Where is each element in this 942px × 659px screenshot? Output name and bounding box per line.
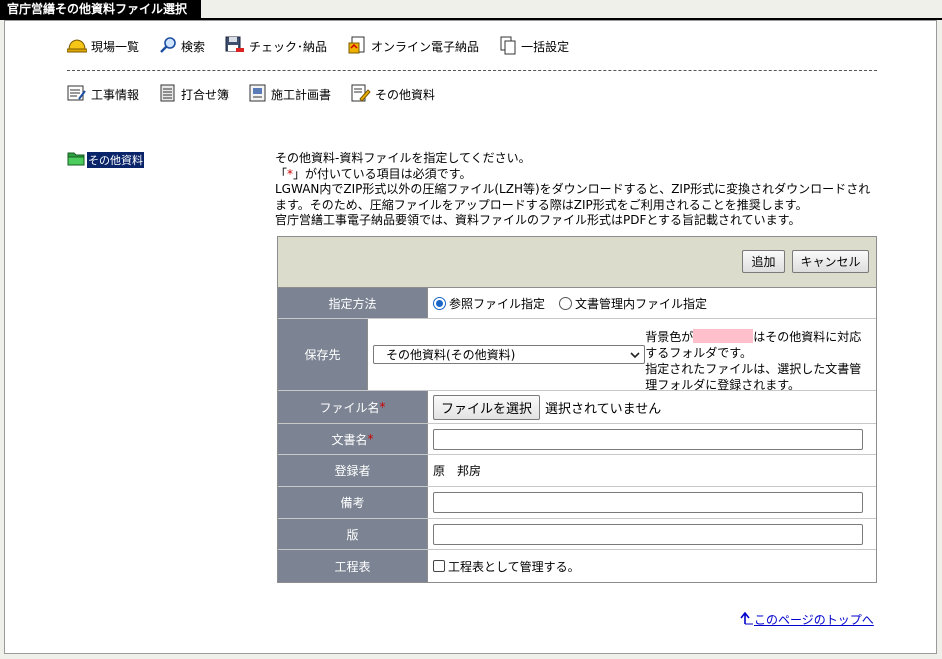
toolbar-meeting-record[interactable]: 打合せ簿 <box>159 84 229 105</box>
add-button[interactable]: 追加 <box>742 250 785 273</box>
form-row-version: 版 <box>278 519 876 550</box>
row-label: 指定方法 <box>278 288 428 318</box>
toolbar-label: 工事情報 <box>91 87 140 102</box>
row-label: ファイル名 * <box>278 391 428 423</box>
form-row-destination: 保存先 その他資料(その他資料) 背景色が はその他資料に対応するフォルダです。 … <box>278 319 876 392</box>
destination-note: 背景色が はその他資料に対応するフォルダです。 指定されたファイルは、選択した文書… <box>645 328 862 392</box>
row-label: 工程表 <box>278 550 428 582</box>
version-input[interactable] <box>433 523 863 545</box>
file-form: 追加 キャンセル 指定方法 参照ファイル指定 文書管理内ファイル指定 保存先 そ… <box>277 236 877 583</box>
schedule-checkbox[interactable]: 工程表として管理する。 <box>433 558 580 575</box>
toolbar-label: 打合せ簿 <box>181 87 230 102</box>
form-row-doc-name: 文書名 * <box>278 424 876 455</box>
toolbar-site-list[interactable]: 現場一覧 <box>66 37 140 56</box>
folder-tree: その他資料 <box>67 151 144 169</box>
online-delivery-icon <box>347 35 367 58</box>
file-status: 選択されていません <box>545 401 662 417</box>
toolbar-online-delivery[interactable]: オンライン電子納品 <box>347 35 479 58</box>
form-row-remarks: 備考 <box>278 487 876 519</box>
hardhat-icon <box>66 37 88 56</box>
doc-name-input[interactable] <box>433 428 863 450</box>
instructions: その他資料-資料ファイルを指定してください。 「*」が付いている項目は必須です。… <box>275 151 875 229</box>
toolbar-construction-info[interactable]: 工事情報 <box>67 84 139 105</box>
form-row-method: 指定方法 参照ファイル指定 文書管理内ファイル指定 <box>278 288 876 319</box>
toolbar-divider <box>67 70 877 71</box>
instruction-line: 「*」が付いている項目は必須です。 <box>275 166 472 181</box>
checkbox-box <box>433 560 445 572</box>
toolbar-label: その他資料 <box>375 87 436 102</box>
tree-item-other-docs[interactable]: その他資料 <box>87 152 144 168</box>
floppy-disk-icon <box>225 36 245 57</box>
construction-plan-icon <box>249 84 267 105</box>
toolbar-label: 現場一覧 <box>91 39 140 54</box>
instruction-line: その他資料-資料ファイルを指定してください。 <box>275 151 531 165</box>
toolbar-label: チェック･納品 <box>249 39 328 54</box>
row-label: 版 <box>278 519 428 549</box>
toolbar-label: 検索 <box>181 39 206 54</box>
color-swatch <box>693 328 754 343</box>
main-panel: 現場一覧 検索 チェック･納品 オンライン電子納品 一括設定 工事情報 打合せ簿… <box>4 20 937 654</box>
destination-select[interactable]: その他資料(その他資料) <box>373 345 646 364</box>
toolbar-construction-plan[interactable]: 施工計画書 <box>249 84 331 105</box>
registrant-value: 原 邦房 <box>433 464 482 478</box>
radio-doc-management-file[interactable]: 文書管理内ファイル指定 <box>559 295 707 312</box>
chevron-down-icon <box>630 349 640 363</box>
folder-icon <box>67 151 85 169</box>
form-header: 追加 キャンセル <box>278 237 876 288</box>
row-label: 備考 <box>278 487 428 518</box>
toolbar-other-docs[interactable]: その他資料 <box>351 84 435 105</box>
cancel-button[interactable]: キャンセル <box>792 250 869 273</box>
toolbar-search[interactable]: 検索 <box>159 36 205 57</box>
remarks-input[interactable] <box>433 492 863 513</box>
toolbar-label: オンライン電子納品 <box>371 39 480 54</box>
other-docs-icon <box>351 84 371 105</box>
radio-dot <box>559 296 573 310</box>
instruction-line: 官庁営繕工事電子納品要領では、資料ファイルのファイル形式はPDFとする旨記載され… <box>275 213 801 228</box>
toolbar-label: 施工計画書 <box>271 87 332 102</box>
form-row-schedule: 工程表 工程表として管理する。 <box>278 550 876 582</box>
form-row-registrant: 登録者 原 邦房 <box>278 455 876 487</box>
row-label: 保存先 <box>278 319 368 390</box>
toolbar-batch-settings[interactable]: 一括設定 <box>499 35 569 58</box>
radio-reference-file[interactable]: 参照ファイル指定 <box>433 295 545 312</box>
row-label: 文書名 * <box>278 424 428 454</box>
row-label: 登録者 <box>278 455 428 486</box>
category-toolbar: 工事情報 打合せ簿 施工計画書 その他資料 <box>67 83 455 105</box>
arrow-up-icon <box>740 611 754 628</box>
page-top-link[interactable]: このページのトップへ <box>740 611 874 628</box>
construction-info-icon <box>67 84 87 105</box>
choose-file-button[interactable]: ファイルを選択 <box>433 394 541 420</box>
meeting-record-icon <box>159 84 177 105</box>
instruction-line: LGWAN内でZIP形式以外の圧縮ファイル(LZH等)をダウンロードすると、ZI… <box>275 182 871 212</box>
magnifier-icon <box>159 36 177 57</box>
form-row-file: ファイル名 * ファイルを選択 選択されていません <box>278 391 876 424</box>
toolbar-label: 一括設定 <box>521 39 570 54</box>
main-toolbar: 現場一覧 検索 チェック･納品 オンライン電子納品 一括設定 <box>66 35 589 58</box>
radio-dot <box>433 296 446 310</box>
copy-pages-icon <box>499 35 517 58</box>
window-title: 官庁営繕その他資料ファイル選択 <box>0 0 202 19</box>
toolbar-check-delivery[interactable]: チェック･納品 <box>225 36 327 57</box>
